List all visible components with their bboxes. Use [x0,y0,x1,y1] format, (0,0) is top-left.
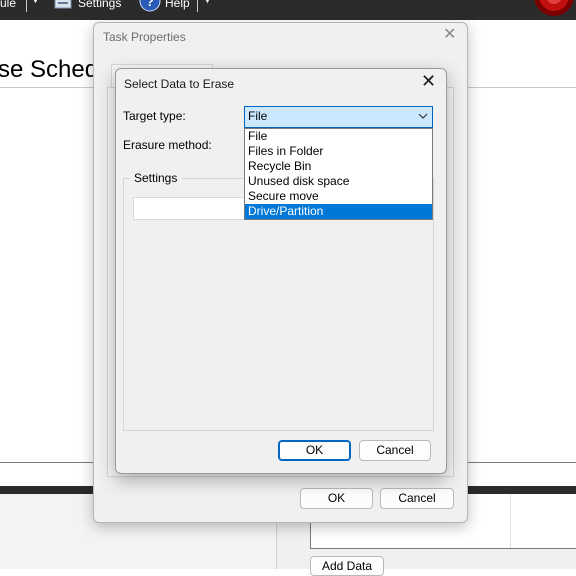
option-secure-move[interactable]: Secure move [245,189,432,204]
cancel-button[interactable]: Cancel [359,440,431,461]
option-file[interactable]: File [245,129,432,144]
target-type-label: Target type: [123,109,186,123]
option-drive-partition[interactable]: Drive/Partition [245,204,432,219]
schedule-menu-label[interactable]: ule [0,0,16,10]
task-ok-button[interactable]: OK [300,488,373,509]
task-cancel-button[interactable]: Cancel [380,488,454,509]
toolbar: ule ▼ Settings ? Help ▼ [0,0,576,20]
svg-text:?: ? [146,0,154,9]
add-data-button[interactable]: Add Data [310,556,384,576]
page-title: se Sched [0,56,99,83]
chevron-down-icon[interactable]: ▼ [31,0,40,5]
close-icon[interactable]: ✕ [421,72,436,90]
target-type-value: File [248,109,268,123]
select-data-title: Select Data to Erase [124,77,235,91]
settings-field[interactable] [133,197,254,220]
help-button[interactable]: Help [165,0,190,10]
chevron-down-icon[interactable] [418,110,428,122]
ok-button[interactable]: OK [278,440,351,461]
column-divider [510,494,511,548]
settings-button[interactable]: Settings [78,0,121,10]
target-type-select[interactable] [244,106,433,128]
chevron-down-icon[interactable]: ▼ [203,0,212,5]
option-recycle-bin[interactable]: Recycle Bin [245,159,432,174]
settings-icon[interactable] [52,0,74,10]
toolbar-separator [197,0,198,12]
option-files-in-folder[interactable]: Files in Folder [245,144,432,159]
option-unused-disk-space[interactable]: Unused disk space [245,174,432,189]
settings-group-border [123,178,130,179]
toolbar-separator [26,0,27,12]
erasure-method-label: Erasure method: [123,138,212,152]
close-icon[interactable]: ✕ [443,27,456,43]
settings-group-label: Settings [132,171,180,185]
app-logo-icon [532,0,576,20]
task-properties-title: Task Properties [103,30,186,44]
help-icon[interactable]: ? [139,0,161,12]
